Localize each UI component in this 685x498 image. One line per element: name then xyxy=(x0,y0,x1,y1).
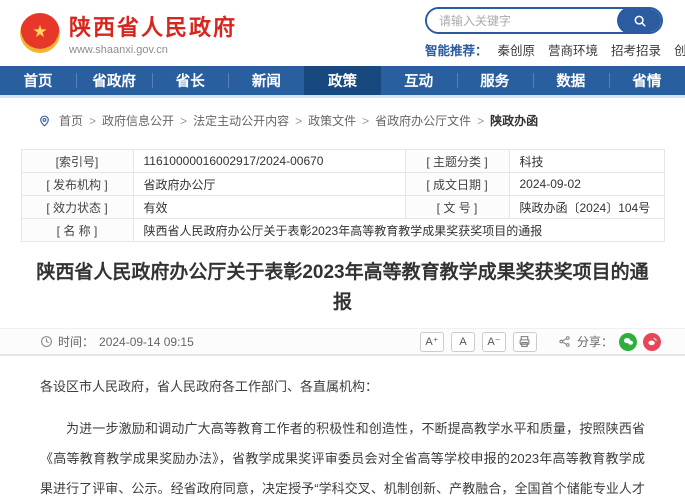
table-row: [索引号] 11610000016002917/2024-00670 [ 主题分… xyxy=(21,150,664,173)
search-button[interactable] xyxy=(617,7,663,34)
share-label: 分享： xyxy=(577,333,613,350)
site-name: 陕西省人民政府 xyxy=(69,10,237,42)
breadcrumb-separator: > xyxy=(89,114,96,128)
nav-item-interaction[interactable]: 互动 xyxy=(381,66,457,95)
article-toolbar: 时间： 2024-09-14 09:15 A⁺ A A⁻ 分享： xyxy=(0,328,685,356)
breadcrumb-separator: > xyxy=(362,114,369,128)
smart-link-innovation[interactable]: 创新发展 xyxy=(674,40,685,59)
table-row: [ 名 称 ] 陕西省人民政府办公厅关于表彰2023年高等教育教学成果奖获奖项目… xyxy=(21,219,664,242)
search-input[interactable] xyxy=(427,9,619,32)
breadcrumb-home[interactable]: 首页 xyxy=(59,112,83,129)
printer-icon xyxy=(518,335,531,348)
breadcrumb-separator: > xyxy=(477,114,484,128)
nav-item-policy[interactable]: 政策 xyxy=(304,66,380,95)
breadcrumb-current: 陕政办函 xyxy=(490,112,538,129)
nav-item-data[interactable]: 数据 xyxy=(533,66,609,95)
share-icon xyxy=(558,335,571,348)
nav-item-services[interactable]: 服务 xyxy=(457,66,533,95)
smart-recommend-label: 智能推荐： xyxy=(425,40,488,59)
font-larger-button[interactable]: A⁺ xyxy=(420,332,444,352)
meta-topic-label: [ 主题分类 ] xyxy=(405,150,509,173)
meta-index-label: [索引号] xyxy=(21,150,133,173)
nav-item-provincial-gov[interactable]: 省政府 xyxy=(76,66,152,95)
smart-link-exam-recruit[interactable]: 招考招录 xyxy=(611,40,661,59)
meta-index-value: 11610000016002917/2024-00670 xyxy=(133,150,405,173)
smart-recommend: 智能推荐： 秦创原 营商环境 招考招录 创新发展 xyxy=(425,40,685,59)
breadcrumb-separator: > xyxy=(180,114,187,128)
weibo-share-icon[interactable] xyxy=(643,333,661,351)
site-logo[interactable]: ★ 陕西省人民政府 www.shaanxi.gov.cn xyxy=(20,10,237,56)
breadcrumb-info-disclosure[interactable]: 政府信息公开 xyxy=(102,112,174,129)
document-body: 各设区市人民政府，省人民政府各工作部门、各直属机构： 为进一步激励和调动广大高等… xyxy=(0,356,685,498)
nav-item-province-info[interactable]: 省情 xyxy=(609,66,685,95)
site-url: www.shaanxi.gov.cn xyxy=(69,44,237,56)
national-emblem-icon: ★ xyxy=(20,13,60,53)
document-meta-table: [索引号] 11610000016002917/2024-00670 [ 主题分… xyxy=(21,149,665,242)
breadcrumb-policy-documents[interactable]: 政策文件 xyxy=(308,112,356,129)
font-smaller-button[interactable]: A⁻ xyxy=(482,332,506,352)
breadcrumb-statutory-content[interactable]: 法定主动公开内容 xyxy=(193,112,289,129)
meta-docnum-value: 陕政办函〔2024〕104号 xyxy=(509,196,664,219)
body-paragraph: 为进一步激励和调动广大高等教育工作者的积极性和创造性，不断提高教学水平和质量，按… xyxy=(40,414,645,498)
meta-issuer-label: [ 发布机构 ] xyxy=(21,173,133,196)
site-header: ★ 陕西省人民政府 www.shaanxi.gov.cn 智能推荐： 秦创原 营… xyxy=(0,0,685,66)
table-row: [ 效力状态 ] 有效 [ 文 号 ] 陕政办函〔2024〕104号 xyxy=(21,196,664,219)
nav-item-governor[interactable]: 省长 xyxy=(152,66,228,95)
meta-name-label: [ 名 称 ] xyxy=(21,219,133,242)
search-icon xyxy=(633,14,647,28)
print-button[interactable] xyxy=(513,332,537,352)
breadcrumb: 首页 > 政府信息公开 > 法定主动公开内容 > 政策文件 > 省政府办公厅文件… xyxy=(0,98,685,141)
smart-link-business-env[interactable]: 营商环境 xyxy=(548,40,598,59)
meta-date-label: [ 成文日期 ] xyxy=(405,173,509,196)
meta-issuer-value: 省政府办公厅 xyxy=(133,173,405,196)
main-nav: 首页 省政府 省长 新闻 政策 互动 服务 数据 省情 xyxy=(0,66,685,98)
breadcrumb-separator: > xyxy=(295,114,302,128)
breadcrumb-office-documents[interactable]: 省政府办公厅文件 xyxy=(375,112,471,129)
nav-item-news[interactable]: 新闻 xyxy=(228,66,304,95)
page: ★ 陕西省人民政府 www.shaanxi.gov.cn 智能推荐： 秦创原 营… xyxy=(0,0,685,498)
meta-status-value: 有效 xyxy=(133,196,405,219)
salutation: 各设区市人民政府，省人民政府各工作部门、各直属机构： xyxy=(40,372,645,402)
nav-item-home[interactable]: 首页 xyxy=(0,66,76,95)
search-bar xyxy=(425,7,663,34)
page-title: 陕西省人民政府办公厅关于表彰2023年高等教育教学成果奖获奖项目的通报 xyxy=(28,258,658,318)
time-label: 时间： xyxy=(58,333,94,350)
publish-time: 2024-09-14 09:15 xyxy=(99,335,194,349)
meta-status-label: [ 效力状态 ] xyxy=(21,196,133,219)
meta-date-value: 2024-09-02 xyxy=(509,173,664,196)
clock-icon xyxy=(40,335,53,348)
location-pin-icon xyxy=(38,114,51,128)
smart-link-qinchuangyuan[interactable]: 秦创原 xyxy=(498,40,536,59)
table-row: [ 发布机构 ] 省政府办公厅 [ 成文日期 ] 2024-09-02 xyxy=(21,173,664,196)
font-normal-button[interactable]: A xyxy=(451,332,475,352)
meta-docnum-label: [ 文 号 ] xyxy=(405,196,509,219)
wechat-share-icon[interactable] xyxy=(619,333,637,351)
meta-topic-value: 科技 xyxy=(509,150,664,173)
meta-name-value: 陕西省人民政府办公厅关于表彰2023年高等教育教学成果奖获奖项目的通报 xyxy=(133,219,664,242)
